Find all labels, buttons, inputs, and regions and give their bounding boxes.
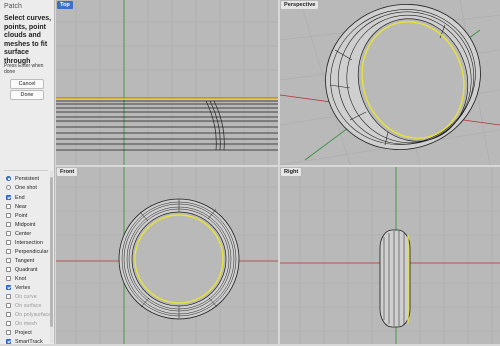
- osnap-label: End: [15, 194, 25, 201]
- viewport-top-label[interactable]: Top: [57, 1, 73, 9]
- checkbox-icon: [6, 267, 11, 272]
- done-button[interactable]: Done: [10, 90, 44, 100]
- checkbox-icon: [6, 240, 11, 245]
- osnap-near-checkbox[interactable]: Near: [6, 202, 27, 211]
- checkbox-icon: [6, 249, 11, 254]
- osnap-label: Vertex: [15, 284, 31, 291]
- checkbox-icon: [6, 330, 11, 335]
- osnap-label: Perpendicular: [15, 248, 49, 255]
- ring-front-inner: [131, 211, 227, 307]
- radio-selected-icon: [6, 176, 11, 181]
- viewport-right-canvas: [280, 167, 500, 344]
- osnap-label: Project: [15, 329, 32, 336]
- command-prompt: Select curves, points, point clouds and …: [4, 15, 52, 65]
- osnap-point-checkbox[interactable]: Point: [6, 211, 27, 220]
- osnap-label: On curve: [15, 293, 37, 300]
- osnap-label: On polysurface: [15, 311, 52, 318]
- snap-mode-label: Persistent: [15, 175, 39, 182]
- viewport-front[interactable]: Front: [56, 167, 278, 344]
- snap-mode-one-shot-radio[interactable]: One shot: [6, 183, 37, 192]
- snap-mode-persistent-radio[interactable]: Persistent: [6, 174, 39, 183]
- viewport-perspective[interactable]: Perspective: [280, 0, 500, 165]
- checkbox-icon: [6, 312, 11, 317]
- osnap-smarttrack-checkbox[interactable]: SmartTrack: [6, 337, 43, 346]
- osnap-on-curve-checkbox[interactable]: On curve: [6, 292, 37, 301]
- osnap-tangent-checkbox[interactable]: Tangent: [6, 256, 34, 265]
- checkbox-checked-icon: [6, 339, 11, 344]
- checkbox-icon: [6, 303, 11, 308]
- checkbox-checked-icon: [6, 195, 11, 200]
- viewport-front-canvas: [56, 167, 278, 344]
- osnap-midpoint-checkbox[interactable]: Midpoint: [6, 220, 35, 229]
- viewport-top-canvas: [56, 0, 278, 165]
- command-panel: Patch Select curves, points, point cloud…: [0, 0, 55, 346]
- checkbox-icon: [6, 258, 11, 263]
- osnap-label: Point: [15, 212, 28, 219]
- osnap-quadrant-checkbox[interactable]: Quadrant: [6, 265, 37, 274]
- checkbox-icon: [6, 231, 11, 236]
- osnap-label: Knot: [15, 275, 27, 282]
- osnap-label: Tangent: [15, 257, 35, 264]
- checkbox-icon: [6, 204, 11, 209]
- viewport-front-label[interactable]: Front: [57, 168, 78, 176]
- osnap-intersection-checkbox[interactable]: Intersection: [6, 238, 43, 247]
- viewport-right[interactable]: Right: [280, 167, 500, 344]
- ring-top-silhouette: [56, 100, 278, 151]
- ring-right-profile: [379, 229, 411, 328]
- viewport-top[interactable]: Top: [56, 0, 278, 165]
- command-hint: Press Enter when done: [4, 63, 44, 76]
- osnap-label: Midpoint: [15, 221, 36, 228]
- osnap-on-polysurface-checkbox[interactable]: On polysurface: [6, 310, 51, 319]
- osnap-end-checkbox[interactable]: End: [6, 193, 25, 202]
- osnap-label: Near: [15, 203, 27, 210]
- checkbox-icon: [6, 222, 11, 227]
- osnap-knot-checkbox[interactable]: Knot: [6, 274, 26, 283]
- checkbox-icon: [6, 294, 11, 299]
- viewport-perspective-canvas: [280, 0, 500, 165]
- osnap-label: Intersection: [15, 239, 43, 246]
- osnap-perpendicular-checkbox[interactable]: Perpendicular: [6, 247, 48, 256]
- viewport-right-label[interactable]: Right: [281, 168, 302, 176]
- checkbox-checked-icon: [6, 285, 11, 290]
- osnap-divider: [4, 170, 48, 171]
- osnap-label: On surface: [15, 302, 42, 309]
- osnap-label: Center: [15, 230, 32, 237]
- radio-empty-icon: [6, 185, 11, 190]
- osnap-project-checkbox[interactable]: Project: [6, 328, 32, 337]
- cancel-button[interactable]: Cancel: [10, 79, 44, 89]
- snap-mode-label: One shot: [15, 184, 37, 191]
- checkbox-icon: [6, 276, 11, 281]
- viewport-perspective-label[interactable]: Perspective: [281, 1, 319, 9]
- osnap-label: On mesh: [15, 320, 37, 327]
- osnap-on-surface-checkbox[interactable]: On surface: [6, 301, 41, 310]
- osnap-label: Quadrant: [15, 266, 38, 273]
- panel-title: Patch: [4, 3, 22, 10]
- osnap-scrollbar-thumb[interactable]: [50, 177, 53, 327]
- osnap-center-checkbox[interactable]: Center: [6, 229, 31, 238]
- osnap-vertex-checkbox[interactable]: Vertex: [6, 283, 30, 292]
- checkbox-icon: [6, 213, 11, 218]
- checkbox-icon: [6, 321, 11, 326]
- osnap-on-mesh-checkbox[interactable]: On mesh: [6, 319, 37, 328]
